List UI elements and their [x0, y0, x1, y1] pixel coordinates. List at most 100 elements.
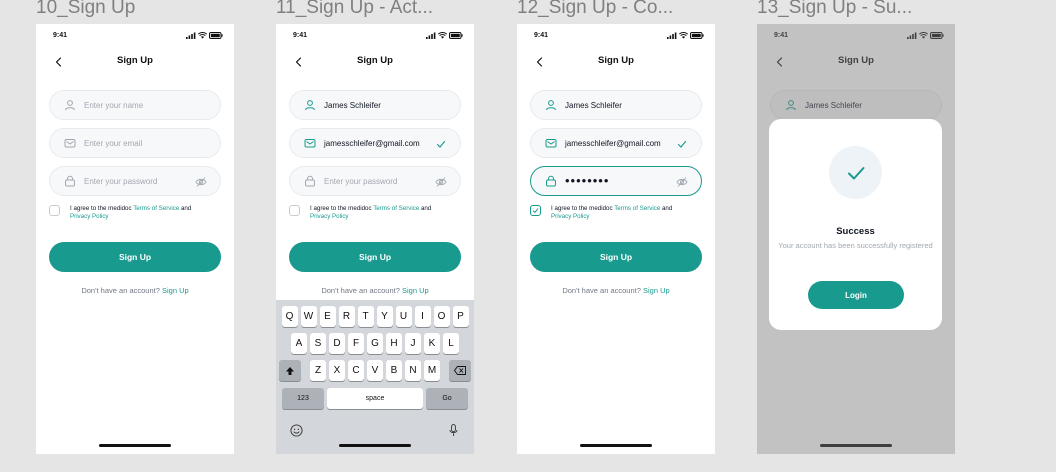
- footer-signup-link[interactable]: Sign Up: [402, 286, 429, 295]
- frame-title-4: 13_Sign Up - Su...: [757, 0, 913, 18]
- email-value: jamesschleifer@gmail.com: [324, 138, 420, 148]
- lock-icon: [546, 175, 556, 187]
- keyboard-row-3: Z X C V B N M: [276, 360, 474, 381]
- eye-off-icon[interactable]: [435, 176, 447, 188]
- success-dialog: Success Your account has been successful…: [769, 119, 942, 330]
- signup-button[interactable]: Sign Up: [289, 242, 461, 272]
- signup-screen-empty: 9:41 Sign Up Enter your name Enter your …: [36, 24, 234, 454]
- check-icon: [847, 166, 864, 179]
- signup-button[interactable]: Sign Up: [49, 242, 221, 272]
- key-c[interactable]: C: [348, 360, 364, 381]
- keyboard-row-1: Q W E R T Y U I O P: [276, 306, 474, 327]
- numbers-key[interactable]: 123: [282, 388, 324, 409]
- key-u[interactable]: U: [395, 306, 412, 327]
- signup-button[interactable]: Sign Up: [530, 242, 702, 272]
- privacy-policy-link[interactable]: Privacy Policy: [310, 213, 349, 220]
- footer-text: Don't have an account?: [81, 286, 162, 295]
- checkmark-icon: [532, 208, 539, 214]
- battery-icon: [209, 32, 223, 39]
- terms-of-service-link[interactable]: Terms of Service: [614, 205, 660, 212]
- email-field[interactable]: jamesschleifer@gmail.com: [530, 128, 702, 158]
- terms-prefix: I agree to the medidoc: [70, 205, 134, 212]
- success-badge: [829, 146, 882, 199]
- signal-icon: [426, 32, 436, 39]
- name-field[interactable]: Enter your name: [49, 90, 221, 120]
- password-field[interactable]: ••••••••: [530, 166, 702, 196]
- mail-icon: [545, 139, 557, 148]
- emoji-icon[interactable]: [290, 424, 303, 437]
- key-q[interactable]: Q: [281, 306, 298, 327]
- footer-signup-link[interactable]: Sign Up: [643, 286, 670, 295]
- key-h[interactable]: H: [386, 333, 402, 354]
- email-value: jamesschleifer@gmail.com: [565, 138, 661, 148]
- key-e[interactable]: E: [319, 306, 336, 327]
- password-placeholder: Enter your password: [84, 176, 158, 186]
- key-o[interactable]: O: [433, 306, 450, 327]
- microphone-icon[interactable]: [449, 424, 458, 437]
- terms-checkbox[interactable]: [530, 205, 541, 216]
- frame-title-3: 12_Sign Up - Co...: [517, 0, 674, 18]
- signup-footer: Don't have an account? Sign Up: [36, 286, 234, 295]
- privacy-policy-link[interactable]: Privacy Policy: [551, 213, 590, 220]
- terms-text: I agree to the medidoc Terms of Service …: [310, 205, 470, 221]
- name-field[interactable]: James Schleifer: [530, 90, 702, 120]
- key-l[interactable]: L: [443, 333, 459, 354]
- wifi-icon: [438, 32, 447, 39]
- name-field[interactable]: James Schleifer: [289, 90, 461, 120]
- password-value: ••••••••: [565, 173, 610, 188]
- eye-off-icon[interactable]: [195, 176, 207, 188]
- status-time: 9:41: [293, 32, 308, 39]
- go-key[interactable]: Go: [426, 388, 468, 409]
- signal-icon: [667, 32, 677, 39]
- key-n[interactable]: N: [405, 360, 421, 381]
- key-f[interactable]: F: [348, 333, 364, 354]
- delete-key[interactable]: [449, 360, 471, 381]
- shift-key[interactable]: [279, 360, 301, 381]
- key-w[interactable]: W: [300, 306, 317, 327]
- terms-of-service-link[interactable]: Terms of Service: [373, 205, 419, 212]
- terms-checkbox[interactable]: [49, 205, 60, 216]
- name-placeholder: Enter your name: [84, 100, 144, 110]
- valid-check-icon: [436, 140, 446, 148]
- key-s[interactable]: S: [310, 333, 326, 354]
- status-icons: [426, 32, 463, 39]
- page-title: Sign Up: [598, 55, 634, 66]
- terms-of-service-link[interactable]: Terms of Service: [133, 205, 179, 212]
- terms-text: I agree to the medidoc Terms of Service …: [551, 205, 711, 221]
- battery-icon: [449, 32, 463, 39]
- signup-footer: Don't have an account? Sign Up: [276, 286, 474, 295]
- key-r[interactable]: R: [338, 306, 355, 327]
- key-k[interactable]: K: [424, 333, 440, 354]
- shift-arrow-icon: [286, 366, 294, 375]
- key-a[interactable]: A: [291, 333, 307, 354]
- signup-screen-success: 9:41 Sign Up James Schleifer Success You…: [757, 24, 955, 454]
- email-field[interactable]: jamesschleifer@gmail.com: [289, 128, 461, 158]
- footer-signup-link[interactable]: Sign Up: [162, 286, 189, 295]
- home-indicator: [339, 444, 411, 447]
- key-v[interactable]: V: [367, 360, 383, 381]
- space-key[interactable]: space: [327, 388, 423, 409]
- footer-text: Don't have an account?: [562, 286, 643, 295]
- key-j[interactable]: J: [405, 333, 421, 354]
- email-field[interactable]: Enter your email: [49, 128, 221, 158]
- status-time: 9:41: [53, 32, 68, 39]
- signup-footer: Don't have an account? Sign Up: [517, 286, 715, 295]
- eye-off-icon[interactable]: [676, 176, 688, 188]
- key-d[interactable]: D: [329, 333, 345, 354]
- key-z[interactable]: Z: [310, 360, 326, 381]
- login-button[interactable]: Login: [808, 281, 904, 309]
- key-y[interactable]: Y: [376, 306, 393, 327]
- terms-checkbox[interactable]: [289, 205, 300, 216]
- key-t[interactable]: T: [357, 306, 374, 327]
- password-field[interactable]: Enter your password: [289, 166, 461, 196]
- key-g[interactable]: G: [367, 333, 383, 354]
- key-x[interactable]: X: [329, 360, 345, 381]
- key-b[interactable]: B: [386, 360, 402, 381]
- key-i[interactable]: I: [414, 306, 431, 327]
- password-field[interactable]: Enter your password: [49, 166, 221, 196]
- key-m[interactable]: M: [424, 360, 440, 381]
- key-p[interactable]: P: [452, 306, 469, 327]
- privacy-policy-link[interactable]: Privacy Policy: [70, 213, 109, 220]
- name-value: James Schleifer: [324, 100, 381, 110]
- keyboard-row-4: 123 space Go: [276, 388, 474, 409]
